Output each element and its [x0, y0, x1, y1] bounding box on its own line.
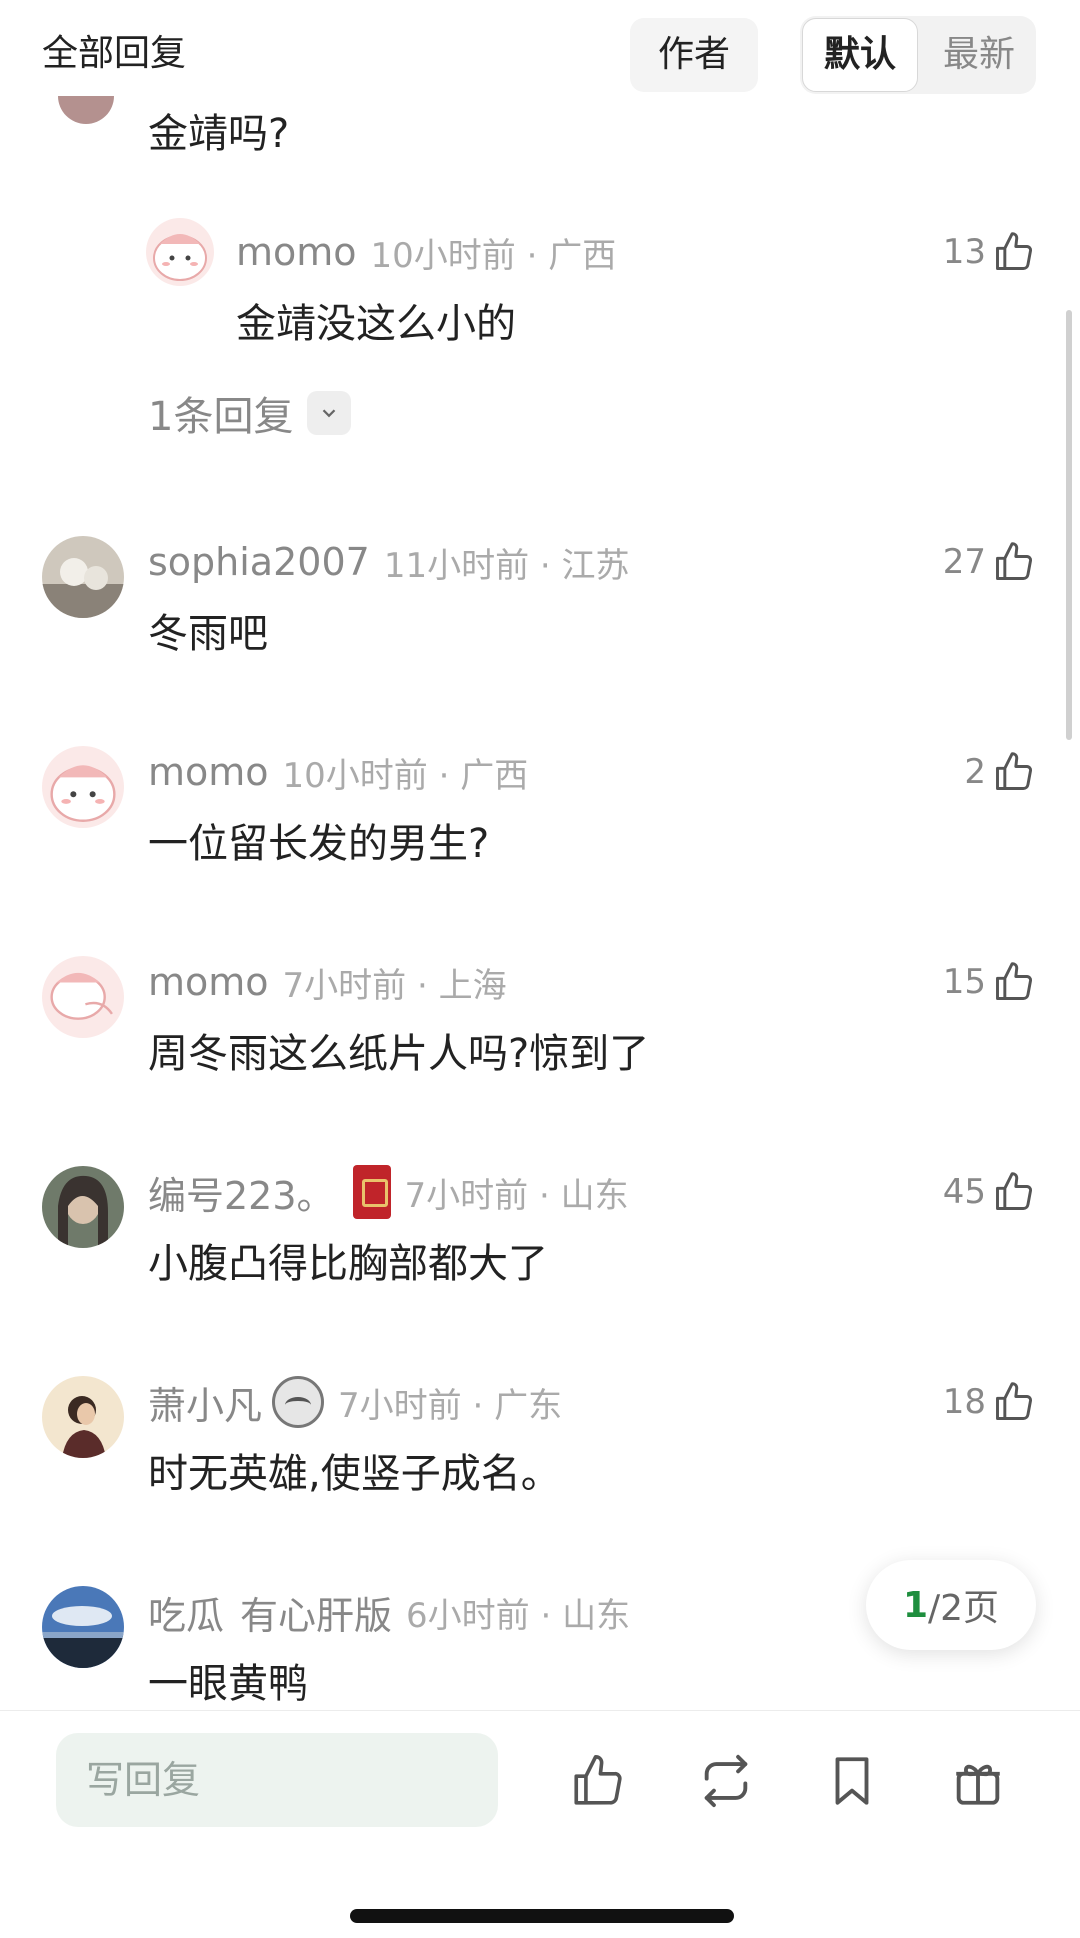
- comment-meta: 萧小凡 7小时前 · 广东: [148, 1376, 562, 1428]
- time-location: 7小时前 · 山东: [404, 1175, 629, 1216]
- user-tag: 有心肝版: [240, 1593, 393, 1638]
- like-post-button[interactable]: [566, 1749, 630, 1813]
- time-location: 10小时前 · 广西: [282, 755, 529, 796]
- time-location: 7小时前 · 上海: [282, 965, 507, 1006]
- avatar[interactable]: [42, 1586, 124, 1668]
- replies-count-label: 1条回复: [148, 394, 294, 440]
- like-button[interactable]: 2: [964, 746, 1036, 798]
- comment-text: 周冬雨这么纸片人吗?惊到了: [148, 1031, 650, 1077]
- current-page: 1: [902, 1584, 928, 1626]
- repost-button[interactable]: [694, 1749, 758, 1813]
- like-button[interactable]: 18: [943, 1376, 1036, 1428]
- comment-meta: sophia2007 11小时前 · 江苏: [148, 536, 630, 588]
- comment-meta: momo 10小时前 · 广西: [148, 746, 528, 798]
- avatar[interactable]: [58, 96, 114, 124]
- like-count: 13: [942, 232, 986, 272]
- like-count: 18: [942, 1382, 986, 1422]
- comment-meta: 吃瓜 有心肝版 6小时前 · 山东: [148, 1586, 630, 1638]
- username[interactable]: sophia2007: [148, 540, 370, 584]
- thumbs-up-icon: [996, 752, 1032, 790]
- username[interactable]: 萧小凡: [148, 1375, 262, 1430]
- bookmark-button[interactable]: [820, 1749, 884, 1813]
- time-location: 7小时前 · 广东: [338, 1385, 563, 1426]
- gift-icon: [956, 1764, 1000, 1805]
- comment-text: 时无英雄,使竖子成名。: [148, 1451, 561, 1497]
- sort-toggle: 默认 最新: [800, 16, 1036, 94]
- avatar[interactable]: [42, 536, 124, 618]
- gift-button[interactable]: [946, 1749, 1010, 1813]
- thumbs-up-icon: [574, 1755, 622, 1805]
- avatar[interactable]: [146, 218, 214, 286]
- home-indicator[interactable]: [350, 1909, 734, 1923]
- author-filter-button[interactable]: 作者: [630, 18, 758, 92]
- comment-text: 一眼黄鸭: [148, 1661, 308, 1707]
- like-button[interactable]: 13: [943, 226, 1036, 278]
- page-total: /2页: [928, 1588, 1000, 1629]
- comment-meta: momo 7小时前 · 上海: [148, 956, 507, 1008]
- avatar[interactable]: [42, 956, 124, 1038]
- sort-default-button[interactable]: 默认: [802, 18, 918, 92]
- thumbs-up-icon: [996, 232, 1032, 270]
- user-badge: [352, 1165, 391, 1219]
- user-badge: [272, 1376, 325, 1428]
- like-count: 45: [942, 1172, 986, 1212]
- thumbs-up-icon: [996, 962, 1032, 1000]
- chevron-down-icon: [307, 391, 352, 435]
- expand-replies-button[interactable]: 1条回复: [148, 384, 352, 442]
- avatar[interactable]: [42, 746, 124, 828]
- reply-input[interactable]: [56, 1733, 498, 1827]
- header-title: 全部回复: [42, 33, 187, 74]
- time-location: 10小时前 · 广西: [370, 235, 617, 276]
- repost-icon: [704, 1754, 748, 1808]
- username[interactable]: 编号223。: [148, 1165, 335, 1220]
- avatar[interactable]: [42, 1376, 124, 1458]
- bookmark-icon: [835, 1757, 869, 1805]
- like-button[interactable]: 27: [943, 536, 1036, 588]
- like-count: 27: [942, 542, 986, 582]
- sort-latest-button[interactable]: 最新: [926, 18, 1032, 92]
- username[interactable]: momo: [236, 230, 357, 274]
- comment-meta: momo 10小时前 · 广西: [236, 226, 616, 278]
- thumbs-up-icon: [996, 1172, 1032, 1210]
- avatar[interactable]: [42, 1166, 124, 1248]
- time-location: 6小时前 · 山东: [406, 1595, 631, 1636]
- username[interactable]: 吃瓜: [148, 1585, 224, 1640]
- like-button[interactable]: 15: [943, 956, 1036, 1008]
- bottom-action-bar: [0, 1710, 1080, 1938]
- username[interactable]: momo: [148, 960, 269, 1004]
- comment-text: 小腹凸得比胸部都大了: [148, 1241, 548, 1287]
- scrollbar[interactable]: [1066, 310, 1072, 740]
- comment-meta: 编号223。 7小时前 · 山东: [148, 1165, 629, 1220]
- thumbs-up-icon: [996, 1382, 1032, 1420]
- time-location: 11小时前 · 江苏: [383, 545, 630, 586]
- thumbs-up-icon: [996, 542, 1032, 580]
- like-count: 2: [964, 752, 986, 792]
- like-button[interactable]: 45: [943, 1166, 1036, 1218]
- comments-header: 全部回复 作者 默认 最新: [0, 0, 1080, 112]
- like-count: 15: [942, 962, 986, 1002]
- comment-text: 一位留长发的男生?: [148, 821, 490, 867]
- comment-text: 金靖吗?: [148, 111, 290, 157]
- username[interactable]: momo: [148, 750, 269, 794]
- comment-text: 金靖没这么小的: [236, 301, 516, 347]
- page-indicator[interactable]: 1/2页: [866, 1560, 1036, 1650]
- comment-text: 冬雨吧: [148, 611, 268, 657]
